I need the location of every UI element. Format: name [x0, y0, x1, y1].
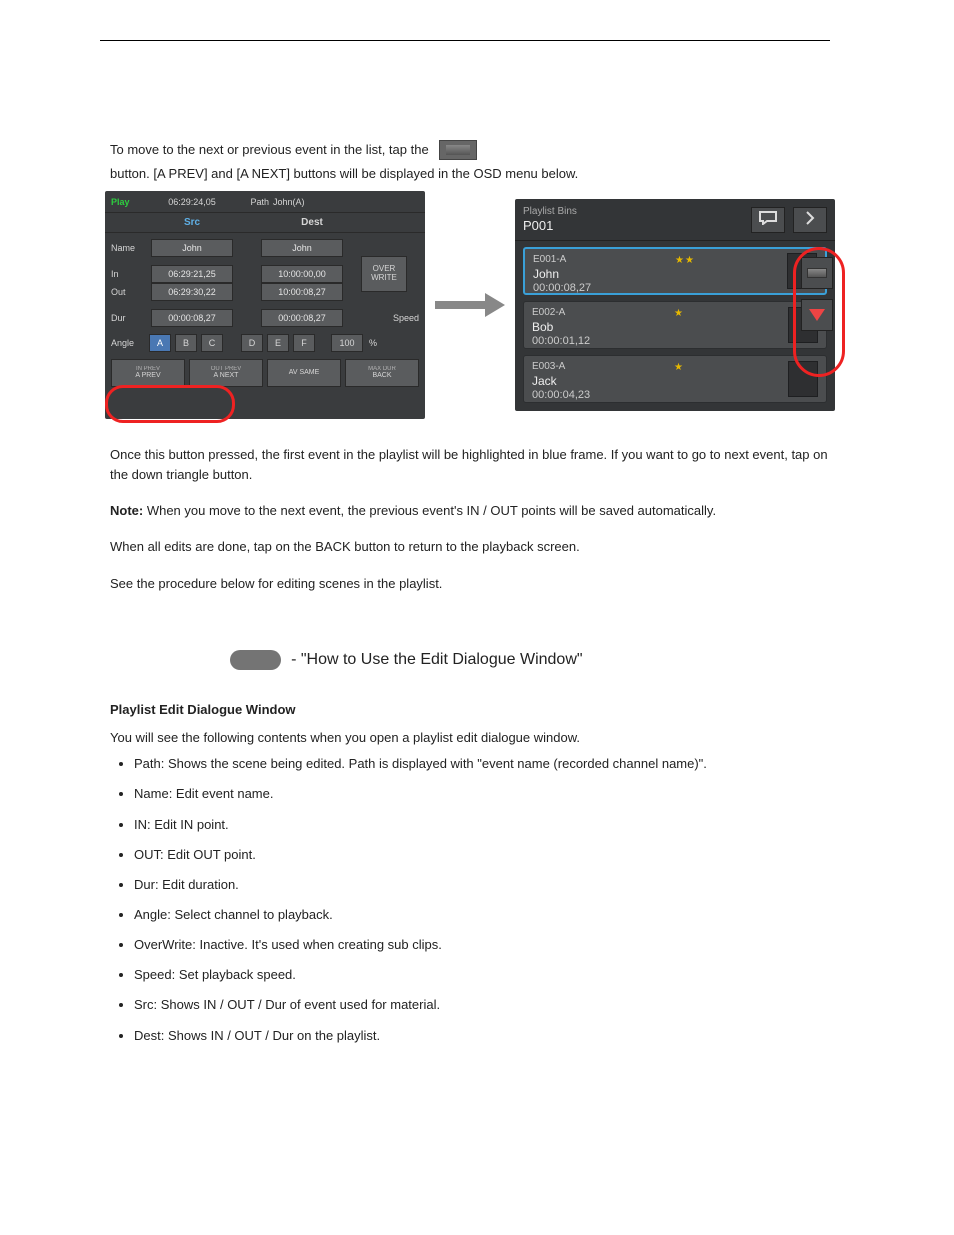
- intro-after: button. [A PREV] and [A NEXT] buttons wi…: [110, 164, 578, 184]
- link-pill[interactable]: [230, 650, 281, 670]
- link-pill-row: - "How to Use the Edit Dialogue Window": [230, 650, 583, 670]
- comment-icon: [759, 211, 777, 228]
- instruction-block-1: Once this button pressed, the first even…: [110, 445, 830, 594]
- triangle-down-icon: [809, 309, 825, 321]
- speed-value-field[interactable]: 100: [331, 334, 363, 352]
- bin-duration: 00:00:01,12: [532, 335, 788, 349]
- dest-column-label[interactable]: Dest: [267, 217, 357, 228]
- list-item: Path: Shows the scene being edited. Path…: [134, 754, 830, 774]
- aprev-button[interactable]: IN PREV A PREV: [111, 359, 185, 387]
- speed-label: Speed: [393, 313, 419, 323]
- playlist-bins-title: Playlist Bins P001: [523, 206, 743, 234]
- bin-id: E003-A: [532, 361, 788, 374]
- list-item: Speed: Set playback speed.: [134, 965, 830, 985]
- name-dst-field[interactable]: John: [261, 239, 343, 257]
- dur-dst-field[interactable]: 00:00:08,27: [261, 309, 343, 327]
- top-rule: [100, 40, 830, 41]
- bin-thumbnail: [788, 361, 818, 397]
- bin-name: Bob: [532, 320, 788, 335]
- list-item: Dest: Shows IN / OUT / Dur on the playli…: [134, 1026, 830, 1046]
- angle-src-c[interactable]: C: [201, 334, 223, 352]
- row-label-angle: Angle: [111, 338, 145, 348]
- intro-text: To move to the next or previous event in…: [110, 140, 830, 184]
- paragraph: See the procedure below for editing scen…: [110, 574, 830, 594]
- link-caption: - "How to Use the Edit Dialogue Window": [291, 651, 582, 669]
- avsame-button[interactable]: AV SAME: [267, 359, 341, 387]
- bin-duration: 00:00:08,27: [533, 282, 787, 296]
- overwrite-button[interactable]: OVER WRITE: [361, 256, 407, 292]
- row-label-dur: Dur: [111, 313, 145, 323]
- angle-dst-e[interactable]: E: [267, 334, 289, 352]
- row-label-name: Name: [111, 243, 145, 253]
- list-item: IN: Edit IN point.: [134, 815, 830, 835]
- list-item: OUT: Edit OUT point.: [134, 845, 830, 865]
- intro-before: To move to the next or previous event in…: [110, 140, 429, 160]
- angle-dst-d[interactable]: D: [241, 334, 263, 352]
- play-label: Play: [105, 197, 147, 207]
- next-event-button[interactable]: [801, 299, 833, 331]
- bin-id: E001-A: [533, 254, 787, 267]
- angle-src-b[interactable]: B: [175, 334, 197, 352]
- chip-icon: [807, 268, 827, 278]
- bin-id: E002-A: [532, 307, 788, 320]
- comment-button[interactable]: [751, 207, 785, 233]
- in-src-field[interactable]: 06:29:21,25: [151, 265, 233, 283]
- out-src-field[interactable]: 06:29:30,22: [151, 283, 233, 301]
- list-item: Src: Shows IN / OUT / Dur of event used …: [134, 995, 830, 1015]
- list-item: Dur: Edit duration.: [134, 875, 830, 895]
- angle-src-a[interactable]: A: [149, 334, 171, 352]
- edit-dialog-panel: Play 06:29:24,05 Path John(A) Src Dest N…: [105, 191, 425, 419]
- path-value: John(A): [273, 197, 305, 207]
- row-label-in: In: [111, 269, 145, 279]
- note-text: When you move to the next event, the pre…: [143, 503, 716, 518]
- in-dst-field[interactable]: 10:00:00,00: [261, 265, 343, 283]
- field-list: Path: Shows the scene being edited. Path…: [134, 754, 830, 1045]
- dur-src-field[interactable]: 00:00:08,27: [151, 309, 233, 327]
- list-item: OverWrite: Inactive. It's used when crea…: [134, 935, 830, 955]
- star-icon: ★: [674, 362, 684, 373]
- bin-item[interactable]: E003-A Jack 00:00:04,23 ★: [523, 355, 827, 403]
- name-src-field[interactable]: John: [151, 239, 233, 257]
- bin-item[interactable]: E001-A John 00:00:08,27 ★★: [523, 247, 827, 295]
- event-select-button[interactable]: [801, 257, 833, 289]
- playlist-bins-panel: Playlist Bins P001 E001-A John 00:00:08,…: [515, 199, 835, 411]
- heading: Playlist Edit Dialogue Window: [110, 700, 830, 720]
- paragraph: When all edits are done, tap on the BACK…: [110, 537, 830, 557]
- list-item: Angle: Select channel to playback.: [134, 905, 830, 925]
- chevron-right-icon: [804, 211, 816, 228]
- bin-duration: 00:00:04,23: [532, 389, 788, 403]
- paragraph: Once this button pressed, the first even…: [110, 445, 830, 485]
- star-icon: ★★: [675, 255, 695, 266]
- timecode-display: 06:29:24,05: [147, 197, 237, 207]
- anext-button[interactable]: OUT PREV A NEXT: [189, 359, 263, 387]
- src-column-label[interactable]: Src: [147, 217, 237, 228]
- speed-unit: %: [367, 338, 377, 348]
- next-page-button[interactable]: [793, 207, 827, 233]
- lead-paragraph: You will see the following contents when…: [110, 728, 830, 748]
- out-dst-field[interactable]: 10:00:08,27: [261, 283, 343, 301]
- path-label: Path: [237, 197, 273, 207]
- row-label-out: Out: [111, 287, 145, 297]
- back-button[interactable]: MAX DUR BACK: [345, 359, 419, 387]
- bin-name: Jack: [532, 374, 788, 389]
- instruction-block-2: Playlist Edit Dialogue Window You will s…: [110, 700, 830, 1056]
- bin-name: John: [533, 267, 787, 282]
- list-item: Name: Edit event name.: [134, 784, 830, 804]
- arrow-right-icon: [435, 293, 505, 317]
- bin-item[interactable]: E002-A Bob 00:00:01,12 ★: [523, 301, 827, 349]
- note-label: Note:: [110, 503, 143, 518]
- chip-icon: [439, 140, 477, 160]
- star-icon: ★: [674, 308, 684, 319]
- angle-dst-f[interactable]: F: [293, 334, 315, 352]
